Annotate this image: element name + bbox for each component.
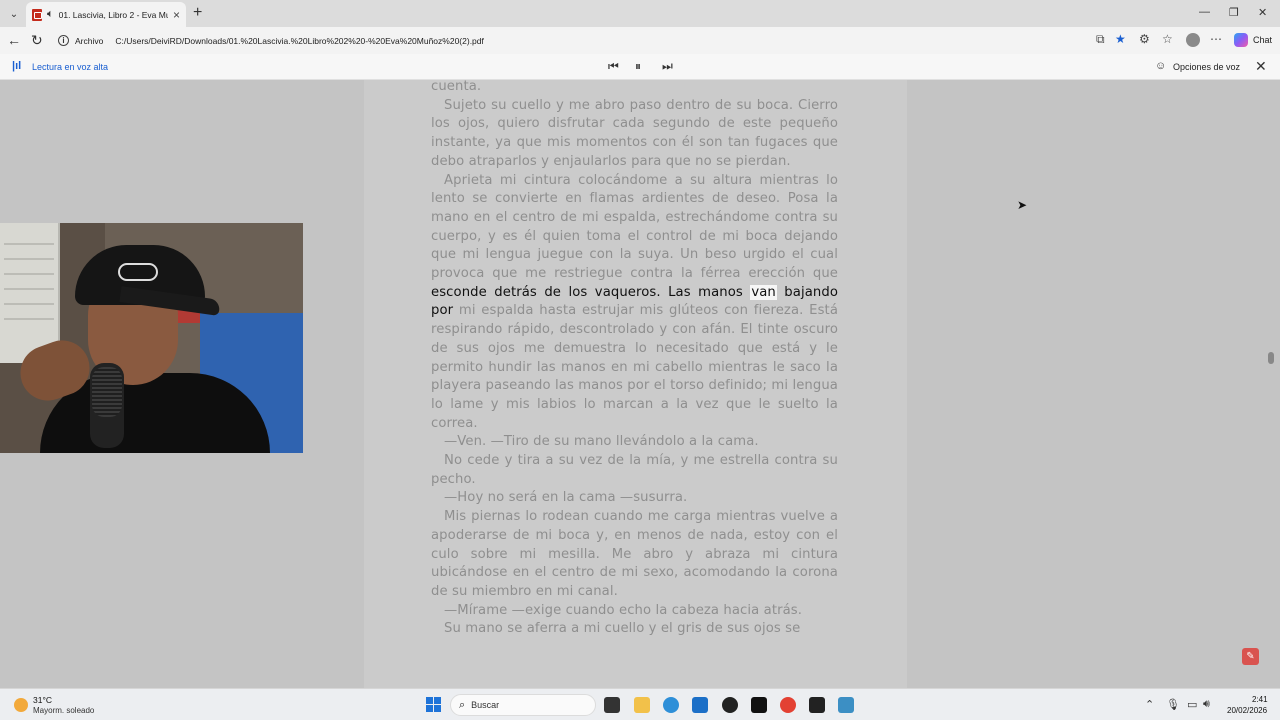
clock-time[interactable]: 2:41 [1252, 695, 1268, 704]
paragraph: Sujeto su cuello y me abro paso dentro d… [431, 97, 838, 169]
webcam-overlay [0, 223, 303, 453]
taskbar-search[interactable]: ⌕ Buscar [450, 694, 596, 716]
previous-paragraph-icon[interactable]: ⏮︎ [608, 59, 619, 74]
weather-description[interactable]: Mayorm. soleado [33, 706, 94, 715]
paragraph: Su mano se aferra a mi cuello y el gris … [444, 621, 801, 637]
paragraph: Mis piernas lo rodean cuando me carga mi… [431, 509, 838, 599]
close-read-aloud-icon[interactable]: ✕ [1255, 58, 1267, 75]
paragraph: —Mírame —exige cuando echo la cabeza hac… [444, 602, 803, 618]
weather-temperature[interactable]: 31°C [33, 695, 52, 705]
pdf-text: cuenta. Sujeto su cuello y me abro paso … [431, 78, 838, 639]
webcam-microphone-grill [92, 367, 122, 417]
taskbar: 31°C Mayorm. soleado ⌕ Buscar ⌃ 🎙︎ ▭ 🔊︎ … [0, 688, 1280, 720]
chat-button[interactable]: Chat [1253, 35, 1272, 45]
search-icon: ⌕ [459, 698, 466, 711]
file-explorer-icon[interactable] [634, 697, 650, 713]
current-word: van [750, 284, 777, 300]
app-icon-2[interactable] [838, 697, 854, 713]
address-bar[interactable]: i Archivo C:/Users/DeiviRD/Downloads/01.… [54, 30, 1134, 51]
paragraph: —Hoy no será en la cama —susurra. [444, 490, 688, 506]
edge-icon[interactable] [663, 697, 679, 713]
restore-icon[interactable]: ❐ [1229, 6, 1239, 19]
mouse-cursor-icon: ➤ [1017, 198, 1028, 212]
network-icon[interactable]: ▭ [1187, 698, 1197, 711]
app-icon[interactable] [722, 697, 738, 713]
favorite-star-icon[interactable]: ★ [1115, 32, 1126, 46]
info-icon[interactable]: i [58, 35, 69, 46]
tab-actions-menu-icon[interactable]: ⌄ [5, 5, 23, 23]
close-tab-icon[interactable]: × [173, 8, 180, 22]
read-aloud-toolbar-icon[interactable]: ⧉ [1096, 32, 1105, 47]
search-placeholder: Buscar [471, 700, 500, 710]
favorites-icon[interactable]: ☆ [1162, 32, 1173, 46]
voice-options-button[interactable]: Opciones de voz [1173, 62, 1240, 72]
task-view-icon[interactable] [604, 697, 620, 713]
weather-sun-icon[interactable] [14, 698, 28, 712]
paragraph-being-read: Aprieta mi cintura colocándome a su altu… [431, 172, 838, 434]
highlighted-text: esconde detrás de los vaqueros. Las mano… [431, 284, 751, 300]
pdf-file-icon [32, 8, 42, 21]
capcut-icon[interactable] [751, 697, 767, 713]
paragraph-text: Aprieta mi cintura colocándome a su altu… [431, 172, 838, 282]
back-icon[interactable]: ← [7, 32, 21, 48]
read-aloud-label: Lectura en voz alta [32, 62, 109, 72]
minimize-icon[interactable]: — [1199, 6, 1210, 18]
scrollbar-thumb[interactable] [1268, 352, 1274, 364]
tab-strip: ⌄ 🔈︎ 01. Lascivia, Libro 2 - Eva Mu × + … [0, 0, 1280, 27]
show-hidden-icons-icon[interactable]: ⌃ [1145, 698, 1154, 711]
copilot-icon[interactable] [1234, 33, 1248, 47]
voice-options-icon[interactable]: ☺ [1155, 60, 1166, 72]
extensions-icon[interactable]: ⚙ [1139, 32, 1150, 46]
tab-active[interactable]: 🔈︎ 01. Lascivia, Libro 2 - Eva Mu × [26, 2, 186, 27]
microphone-icon[interactable]: 🎙︎ [1166, 698, 1180, 711]
new-tab-icon[interactable]: + [193, 4, 202, 22]
refresh-icon[interactable]: ↻ [31, 32, 43, 49]
speaker-icon[interactable]: 🔈︎ [47, 8, 54, 21]
next-paragraph-icon[interactable]: ⏭︎ [662, 59, 673, 74]
address-url[interactable]: C:/Users/DeiviRD/Downloads/01.%20Lascivi… [115, 36, 484, 46]
paragraph-text: mi espalda hasta estrujar mis glúteos co… [431, 303, 838, 431]
read-aloud-bar: |ıl Lectura en voz alta ⏮︎ ⏸︎ ⏭︎ ☺ Opcio… [0, 54, 1280, 80]
address-scheme: Archivo [75, 35, 104, 46]
paragraph: No cede y tira a su vez de la mía, y me … [431, 453, 838, 487]
profile-avatar[interactable] [1186, 33, 1200, 47]
more-options-icon[interactable]: ⋯ [1210, 32, 1222, 46]
webcam-cap-logo [118, 263, 158, 281]
pause-icon[interactable]: ⏸︎ [635, 59, 641, 74]
volume-icon[interactable]: 🔊︎ [1203, 698, 1210, 711]
store-icon[interactable] [692, 697, 708, 713]
chrome-icon[interactable] [780, 697, 796, 713]
close-window-icon[interactable]: ✕ [1258, 6, 1267, 19]
tab-title: 01. Lascivia, Libro 2 - Eva Mu [58, 9, 168, 20]
epic-games-icon[interactable] [809, 697, 825, 713]
paragraph: cuenta. [431, 79, 482, 94]
clock-date[interactable]: 20/02/2026 [1227, 706, 1267, 715]
screen: ⌄ 🔈︎ 01. Lascivia, Libro 2 - Eva Mu × + … [0, 0, 1280, 720]
toolbar: ← ↻ i Archivo C:/Users/DeiviRD/Downloads… [0, 27, 1280, 54]
paragraph: —Ven. —Tiro de su mano llevándolo a la c… [444, 434, 759, 450]
acrobat-icon[interactable]: ✎ [1242, 648, 1259, 665]
read-aloud-icon: |ıl [12, 60, 22, 72]
windows-start-icon[interactable] [426, 697, 441, 712]
